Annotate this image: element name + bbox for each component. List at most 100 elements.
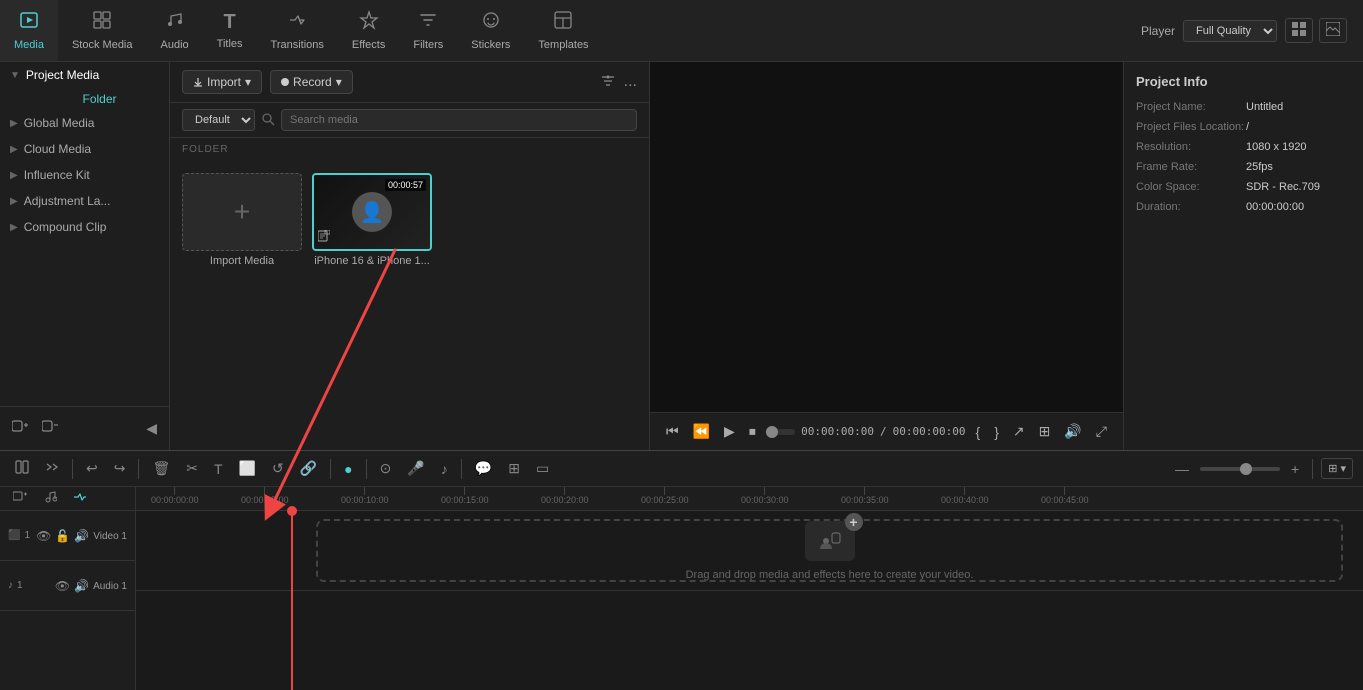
playhead[interactable] <box>291 511 293 690</box>
add-track-btn[interactable] <box>8 415 32 442</box>
default-select[interactable]: Default <box>182 109 255 131</box>
timeline-tracks-right[interactable]: 00:00:00:00 00:00:05:00 00:00:10:00 00:0… <box>136 487 1363 690</box>
media-search-bar: Default <box>170 103 649 138</box>
nav-stickers[interactable]: Stickers <box>457 0 524 61</box>
nav-audio[interactable]: Audio <box>147 0 203 61</box>
quality-select[interactable]: Full Quality <box>1183 20 1277 42</box>
link-btn[interactable]: 🔗 <box>295 457 322 480</box>
rotate-btn[interactable]: ↺ <box>267 457 289 480</box>
overlay-btn[interactable]: ▭ <box>531 457 554 480</box>
stop-btn[interactable]: ⏹ <box>745 421 760 442</box>
timeline-tracks-left: ⬛ 1 👁 🔓 🔊 Video 1 ♪ 1 👁 🔊 Audio 1 <box>0 487 136 690</box>
layout-btn[interactable]: ⊞ ▾ <box>1321 458 1353 479</box>
color-btn[interactable]: ● <box>339 458 357 480</box>
nav-transitions[interactable]: Transitions <box>257 0 338 61</box>
sidebar-item-adjustment-layer[interactable]: ▶ Adjustment La... <box>0 188 169 214</box>
time-knob[interactable] <box>766 426 778 438</box>
fullscreen-btn[interactable]: ⤢ <box>1092 421 1111 442</box>
image-view-btn[interactable] <box>1319 18 1347 43</box>
info-row-colorspace: Color Space: SDR - Rec.709 <box>1136 181 1351 193</box>
video-visibility-btn[interactable]: 👁 <box>36 529 51 543</box>
import-thumb[interactable]: + <box>182 173 302 251</box>
nav-filters[interactable]: Filters <box>399 0 457 61</box>
info-label-resolution: Resolution: <box>1136 141 1246 153</box>
zoom-bar[interactable] <box>1200 467 1280 471</box>
preview-controls: ⏮ ⏪ ▶ ⏹ 00:00:00:00 / 00:00:00:00 { } ↗ … <box>650 412 1123 450</box>
list-item[interactable]: + Import Media <box>182 173 302 438</box>
info-value-framerate: 25fps <box>1246 161 1273 173</box>
audio-track-row <box>136 591 1363 641</box>
nav-effects[interactable]: Effects <box>338 0 399 61</box>
ripple-btn[interactable] <box>40 457 64 480</box>
nav-templates[interactable]: Templates <box>524 0 602 61</box>
pip-btn[interactable]: ⊞ <box>503 457 525 480</box>
drop-zone[interactable]: + Drag and drop media and effects here t… <box>316 519 1343 582</box>
undo-btn[interactable]: ↩ <box>81 457 103 480</box>
time-track[interactable] <box>766 429 795 435</box>
play-btn[interactable]: ▶ <box>720 421 739 442</box>
sidebar-item-compound-clip[interactable]: ▶ Compound Clip <box>0 214 169 240</box>
filter-button[interactable] <box>600 73 616 92</box>
add-audio-track-btn[interactable] <box>38 487 62 510</box>
mark-in-btn[interactable]: { <box>972 422 985 442</box>
zoom-handle[interactable] <box>1240 463 1252 475</box>
insert-btn[interactable]: ⊞ <box>1035 421 1055 442</box>
mark-out-btn[interactable]: } <box>990 422 1003 442</box>
timeline-body: ⬛ 1 👁 🔓 🔊 Video 1 ♪ 1 👁 🔊 Audio 1 <box>0 487 1363 690</box>
sidebar-folder[interactable]: Folder <box>30 88 169 110</box>
nav-media[interactable]: Media <box>0 0 58 61</box>
list-item[interactable]: 👤 00:00:57 iPhone 16 & iPhone 1... <box>312 173 432 438</box>
back-frame-btn[interactable]: ⏪ <box>689 421 714 442</box>
record-button[interactable]: Record ▾ <box>270 70 353 94</box>
video-audio-btn[interactable]: 🔊 <box>74 529 89 543</box>
snap-btn[interactable] <box>10 457 34 480</box>
zoom-out-btn[interactable]: — <box>1170 458 1194 480</box>
import-button[interactable]: Import ▾ <box>182 70 262 94</box>
chevron-right-icon: ▶ <box>10 118 18 129</box>
crop-btn[interactable]: ⬜ <box>234 457 261 480</box>
search-input[interactable] <box>281 109 637 131</box>
prev-frame-btn[interactable]: ⏮ <box>662 421 683 442</box>
delete-btn[interactable]: 🗑 <box>147 457 175 480</box>
remove-track-btn[interactable] <box>38 415 62 442</box>
audio-mark-btn[interactable]: ♪ <box>436 458 453 480</box>
cut-btn[interactable]: ✂ <box>181 457 203 480</box>
audio-split-btn[interactable]: 🎤 <box>402 457 429 480</box>
sidebar-item-influence-kit[interactable]: ▶ Influence Kit <box>0 162 169 188</box>
track-content-area: + Drag and drop media and effects here t… <box>136 511 1363 690</box>
audio-mute-btn[interactable]: 🔊 <box>74 579 89 593</box>
subtitle-btn[interactable]: 💬 <box>470 457 497 480</box>
transition-track-btn[interactable] <box>68 487 92 510</box>
main-area: ▼ Project Media Folder ▶ Global Media ▶ … <box>0 62 1363 450</box>
nav-stock-media[interactable]: Stock Media <box>58 0 147 61</box>
video-lock-btn[interactable]: 🔓 <box>55 529 70 543</box>
drop-plus-icon: + <box>845 513 863 531</box>
add-video-track-btn[interactable] <box>8 487 32 510</box>
sidebar-item-cloud-media[interactable]: ▶ Cloud Media <box>0 136 169 162</box>
video-clip-icon <box>318 230 330 245</box>
record-label: Record <box>293 75 332 89</box>
nav-titles[interactable]: T Titles <box>203 0 257 61</box>
info-row-duration: Duration: 00:00:00:00 <box>1136 201 1351 213</box>
zoom-in-btn[interactable]: + <box>1286 458 1304 480</box>
info-value-colorspace: SDR - Rec.709 <box>1246 181 1320 193</box>
sidebar-item-global-media[interactable]: ▶ Global Media <box>0 110 169 136</box>
extract-btn[interactable]: ↗ <box>1009 421 1029 442</box>
sidebar-item-project-media[interactable]: ▼ Project Media <box>0 62 169 88</box>
sidebar-bottom: ◀ <box>0 406 169 450</box>
more-options-button[interactable]: ... <box>624 73 637 91</box>
audio-btn[interactable]: 🔊 <box>1060 421 1085 442</box>
redo-btn[interactable]: ↪ <box>109 457 131 480</box>
video-label: iPhone 16 & iPhone 1... <box>314 255 430 267</box>
import-plus-icon: + <box>234 196 250 228</box>
left-sidebar: ▼ Project Media Folder ▶ Global Media ▶ … <box>0 62 170 450</box>
collapse-btn[interactable]: ◀ <box>142 416 161 441</box>
info-label-name: Project Name: <box>1136 101 1246 113</box>
text-btn[interactable]: T <box>209 458 228 480</box>
video-thumb[interactable]: 👤 00:00:57 <box>312 173 432 251</box>
split-btn[interactable]: ⊙ <box>375 457 397 480</box>
grid-view-btn[interactable] <box>1285 18 1313 43</box>
audio-visibility-btn[interactable]: 👁 <box>55 579 70 593</box>
playhead-circle <box>287 506 297 516</box>
sidebar-global-media-label: Global Media <box>24 116 95 130</box>
